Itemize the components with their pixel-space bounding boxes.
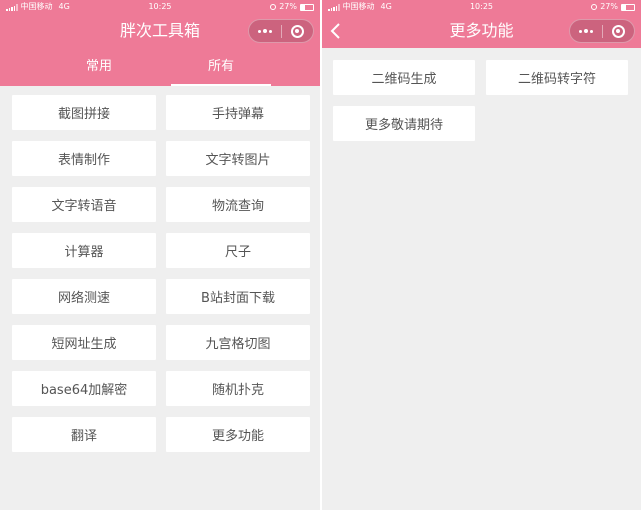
close-miniprogram-icon[interactable] bbox=[602, 20, 634, 42]
tool-logistics-query-button[interactable]: 物流查询 bbox=[166, 187, 310, 222]
tool-random-poker-button[interactable]: 随机扑克 bbox=[166, 371, 310, 406]
tool-emoji-maker-button[interactable]: 表情制作 bbox=[12, 141, 156, 176]
tool-calculator-button[interactable]: 计算器 bbox=[12, 233, 156, 268]
more-options-icon[interactable] bbox=[249, 20, 281, 42]
battery-percent: 27% bbox=[279, 2, 297, 11]
tool-short-url-button[interactable]: 短网址生成 bbox=[12, 325, 156, 360]
status-right: 27% bbox=[270, 0, 314, 14]
status-right: 27% bbox=[591, 0, 635, 14]
qrcode-generate-button[interactable]: 二维码生成 bbox=[333, 60, 475, 95]
nav-bar: 更多功能 bbox=[322, 14, 641, 48]
tab-common[interactable]: 常用 bbox=[49, 48, 149, 86]
tool-grid-cut-button[interactable]: 九宫格切图 bbox=[166, 325, 310, 360]
tab-bar: 常用 所有 bbox=[0, 48, 320, 86]
coming-soon-button[interactable]: 更多敬请期待 bbox=[333, 106, 475, 141]
active-tab-indicator bbox=[171, 84, 271, 86]
tool-screenshot-stitch-button[interactable]: 截图拼接 bbox=[12, 95, 156, 130]
tool-base64-button[interactable]: base64加解密 bbox=[12, 371, 156, 406]
miniprogram-capsule bbox=[569, 19, 635, 43]
left-screen: 中国移动 4G 10:25 27% 胖次工具箱 常用 所有 截图拼接 手持弹幕 … bbox=[0, 0, 320, 510]
tool-ruler-button[interactable]: 尺子 bbox=[166, 233, 310, 268]
tab-all[interactable]: 所有 bbox=[171, 48, 271, 86]
battery-percent: 27% bbox=[600, 2, 618, 11]
tool-translate-button[interactable]: 翻译 bbox=[12, 417, 156, 452]
miniprogram-capsule bbox=[248, 19, 314, 43]
right-screen: 中国移动 4G 10:25 27% 更多功能 二维码生成 二维码转字符 更多敬请… bbox=[322, 0, 641, 510]
tool-handheld-danmaku-button[interactable]: 手持弹幕 bbox=[166, 95, 310, 130]
tool-more-features-button[interactable]: 更多功能 bbox=[166, 417, 310, 452]
nav-bar: 胖次工具箱 bbox=[0, 14, 320, 48]
location-icon bbox=[591, 4, 598, 10]
more-options-icon[interactable] bbox=[570, 20, 602, 42]
tool-text-to-speech-button[interactable]: 文字转语音 bbox=[12, 187, 156, 222]
tool-text-to-image-button[interactable]: 文字转图片 bbox=[166, 141, 310, 176]
qrcode-to-text-button[interactable]: 二维码转字符 bbox=[486, 60, 628, 95]
battery-icon bbox=[300, 3, 314, 11]
close-miniprogram-icon[interactable] bbox=[281, 20, 313, 42]
status-bar: 中国移动 4G 10:25 27% bbox=[0, 0, 320, 14]
tool-speed-test-button[interactable]: 网络测速 bbox=[12, 279, 156, 314]
battery-icon bbox=[621, 3, 635, 11]
status-bar: 中国移动 4G 10:25 27% bbox=[322, 0, 641, 14]
tool-bilibili-cover-download-button[interactable]: B站封面下载 bbox=[166, 279, 310, 314]
location-icon bbox=[270, 4, 277, 10]
